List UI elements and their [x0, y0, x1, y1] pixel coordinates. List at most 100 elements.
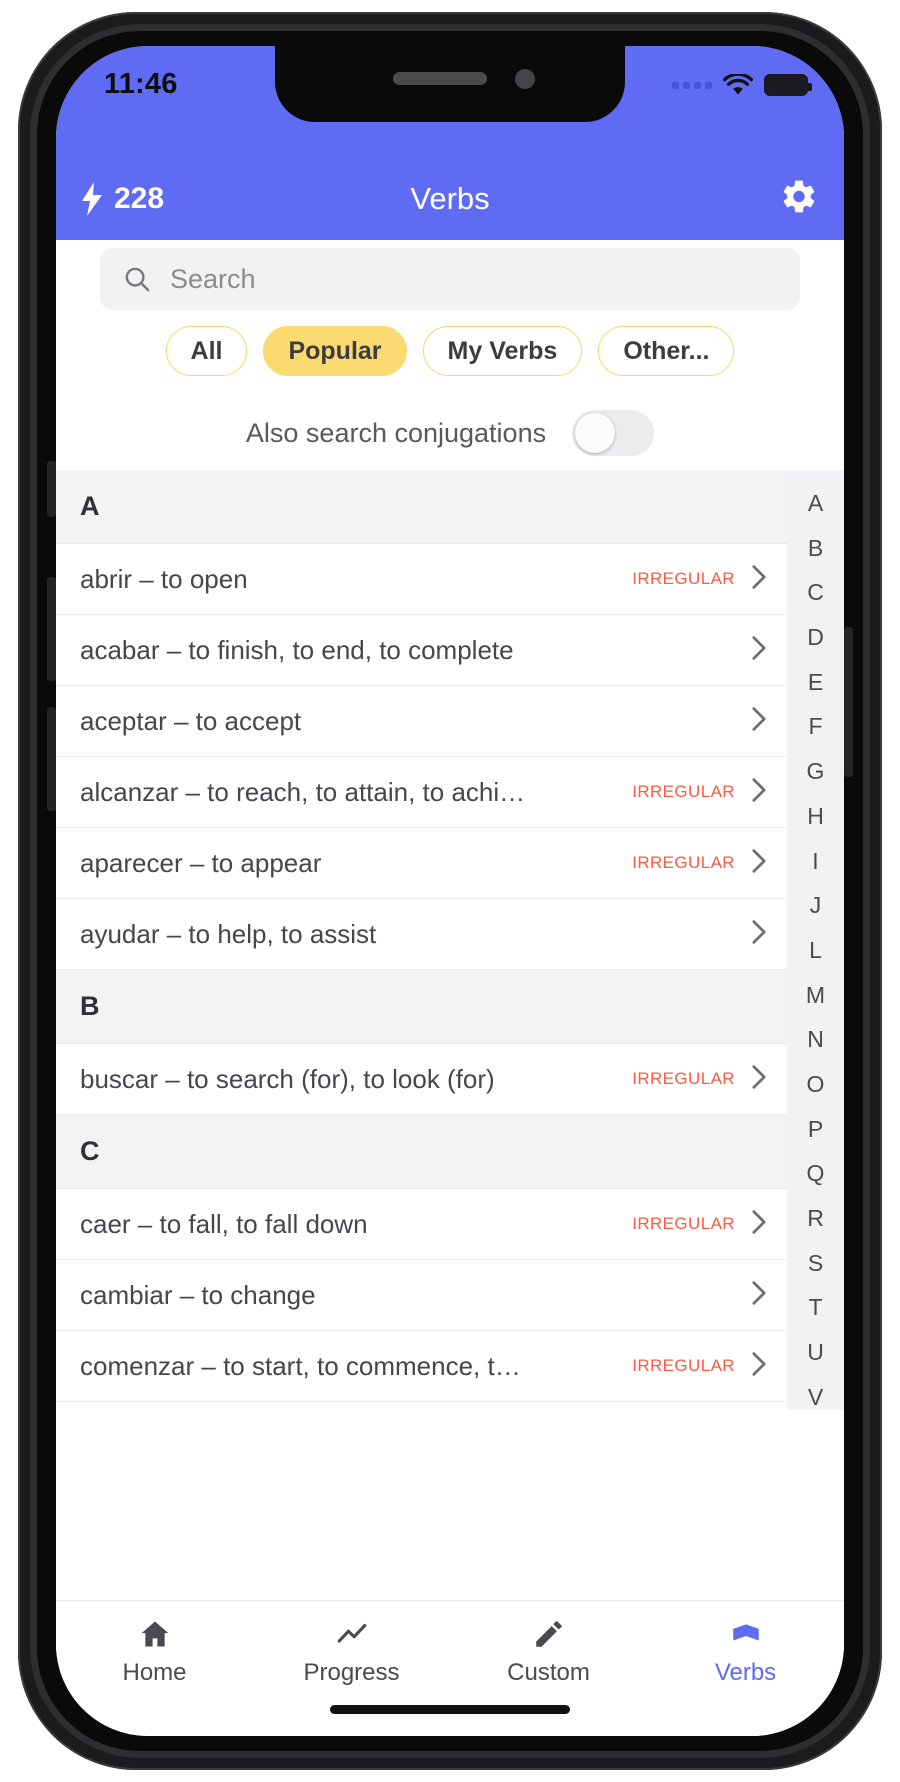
alphabet-index-letter[interactable]: V — [808, 1376, 823, 1410]
filter-chip-popular[interactable]: Popular — [263, 326, 407, 376]
alphabet-index-letter[interactable]: J — [810, 884, 822, 928]
status-time: 11:46 — [104, 68, 178, 100]
alphabet-index-letter[interactable]: O — [807, 1063, 825, 1107]
streak-count: 228 — [114, 182, 165, 215]
conjugation-toggle-label: Also search conjugations — [245, 417, 547, 448]
alphabet-index-letter[interactable]: G — [807, 750, 825, 794]
volume-up-button[interactable] — [47, 577, 56, 681]
chevron-right-icon — [749, 777, 769, 808]
tab-label: Custom — [507, 1659, 590, 1686]
status-indicators — [672, 74, 812, 96]
wifi-icon — [723, 74, 753, 95]
chevron-right-icon — [749, 1351, 769, 1382]
alphabet-index-letter[interactable]: H — [807, 795, 824, 839]
irregular-badge: IRREGULAR — [632, 1069, 735, 1088]
power-button[interactable] — [844, 627, 853, 777]
filter-chip-label: Other... — [623, 336, 710, 365]
search-placeholder: Search — [170, 263, 256, 294]
mute-switch[interactable] — [47, 461, 56, 517]
filter-chip-all[interactable]: All — [165, 326, 248, 376]
search-section: Search — [56, 240, 844, 318]
verb-row-text: aceptar – to accept — [80, 705, 302, 736]
chart-line-icon — [337, 1623, 366, 1643]
alphabet-index-letter[interactable]: B — [808, 527, 823, 571]
verb-row[interactable]: abrir – to open IRREGULAR — [56, 544, 787, 615]
tab-verbs[interactable]: Verbs — [647, 1617, 844, 1687]
gear-icon — [783, 180, 815, 213]
alphabet-index-letter[interactable]: I — [812, 840, 818, 884]
alphabet-index-letter[interactable]: F — [808, 705, 822, 749]
page-title: Verbs — [410, 181, 490, 216]
volume-down-button[interactable] — [47, 707, 56, 811]
book-icon — [732, 1624, 759, 1641]
verb-row[interactable]: comenzar – to start, to commence, t… IRRE… — [56, 1331, 787, 1402]
alphabet-index-letter[interactable]: D — [807, 616, 824, 660]
alphabet-index-letter[interactable]: N — [807, 1018, 824, 1062]
verb-row[interactable]: ayudar – to help, to assist — [56, 899, 787, 970]
filter-chip-group: All Popular My Verbs Other... — [56, 326, 844, 376]
tab-home[interactable]: Home — [56, 1617, 253, 1687]
alphabet-index-letter[interactable]: R — [807, 1197, 824, 1241]
verb-row[interactable]: buscar – to search (for), to look (for) I… — [56, 1044, 787, 1115]
conjugation-toggle-switch[interactable] — [572, 410, 655, 456]
verb-row-text: ayudar – to help, to assist — [80, 918, 377, 949]
alphabet-index-letter[interactable]: T — [808, 1286, 822, 1330]
alphabet-index-letter[interactable]: Q — [807, 1152, 825, 1196]
tab-custom[interactable]: Custom — [450, 1617, 647, 1687]
signal-dots-icon — [672, 81, 712, 89]
home-icon — [141, 1621, 168, 1647]
alphabet-index-letter[interactable]: S — [808, 1242, 823, 1286]
search-icon — [125, 267, 150, 292]
search-input[interactable]: Search — [100, 248, 800, 310]
verb-row[interactable]: alcanzar – to reach, to attain, to achi…… — [56, 757, 787, 828]
chevron-right-icon — [749, 635, 769, 666]
earpiece-speaker — [393, 72, 487, 85]
tab-label: Progress — [303, 1659, 400, 1686]
chevron-right-icon — [749, 1209, 769, 1240]
verb-row-text: cambiar – to change — [80, 1279, 316, 1310]
lightning-bolt-icon — [82, 182, 102, 216]
streak-indicator[interactable]: 228 — [80, 182, 164, 216]
alphabet-index-letter[interactable]: U — [807, 1331, 824, 1375]
app-nav-bar: 228 Verbs — [56, 158, 844, 240]
settings-button[interactable] — [780, 178, 818, 221]
filter-chip-label: My Verbs — [447, 336, 558, 365]
section-header: C — [56, 1115, 787, 1189]
chevron-right-icon — [749, 919, 769, 950]
verb-row[interactable]: caer – to fall, to fall down IRREGULAR — [56, 1189, 787, 1260]
toggle-knob — [575, 413, 616, 453]
conjugation-toggle-row: Also search conjugations — [56, 396, 844, 470]
alphabet-index-letter[interactable]: C — [807, 571, 824, 615]
irregular-badge: IRREGULAR — [632, 1214, 735, 1233]
notch — [275, 46, 625, 122]
chevron-right-icon — [749, 1064, 769, 1095]
verb-row[interactable]: aceptar – to accept — [56, 686, 787, 757]
filter-chip-other[interactable]: Other... — [598, 326, 735, 376]
tab-label: Verbs — [714, 1659, 777, 1686]
alphabet-index-letter[interactable]: L — [809, 929, 822, 973]
alphabet-index-letter[interactable]: M — [806, 974, 825, 1018]
tab-progress[interactable]: Progress — [253, 1617, 450, 1687]
verb-row-text: comenzar – to start, to commence, t… — [80, 1350, 521, 1381]
filter-chip-my-verbs[interactable]: My Verbs — [422, 326, 583, 376]
verb-row[interactable]: acabar – to finish, to end, to complete — [56, 615, 787, 686]
verb-row[interactable]: cambiar – to change — [56, 1260, 787, 1331]
verb-row-text: alcanzar – to reach, to attain, to achi… — [80, 776, 526, 807]
verb-row[interactable]: aparecer – to appear IRREGULAR — [56, 828, 787, 899]
chevron-right-icon — [749, 1280, 769, 1311]
pencil-icon — [535, 1621, 562, 1647]
verb-list[interactable]: Aabrir – to open IRREGULAR acabar – to fin… — [56, 470, 787, 1402]
chevron-right-icon — [749, 706, 769, 737]
phone-screen: 11:46 228 Verbs Search All Popular My Ve… — [56, 46, 844, 1736]
alphabet-index[interactable]: ABCDEFGHIJLMNOPQRSTUV — [787, 470, 844, 1410]
irregular-badge: IRREGULAR — [632, 1356, 735, 1375]
home-indicator[interactable] — [330, 1705, 570, 1714]
verb-row-text: aparecer – to appear — [80, 847, 322, 878]
irregular-badge: IRREGULAR — [632, 569, 735, 588]
verb-row-text: abrir – to open — [80, 563, 248, 594]
alphabet-index-letter[interactable]: P — [808, 1108, 823, 1152]
verb-row-text: caer – to fall, to fall down — [80, 1208, 368, 1239]
alphabet-index-letter[interactable]: E — [808, 661, 823, 705]
verb-row-text: buscar – to search (for), to look (for) — [80, 1063, 495, 1094]
alphabet-index-letter[interactable]: A — [808, 482, 823, 526]
